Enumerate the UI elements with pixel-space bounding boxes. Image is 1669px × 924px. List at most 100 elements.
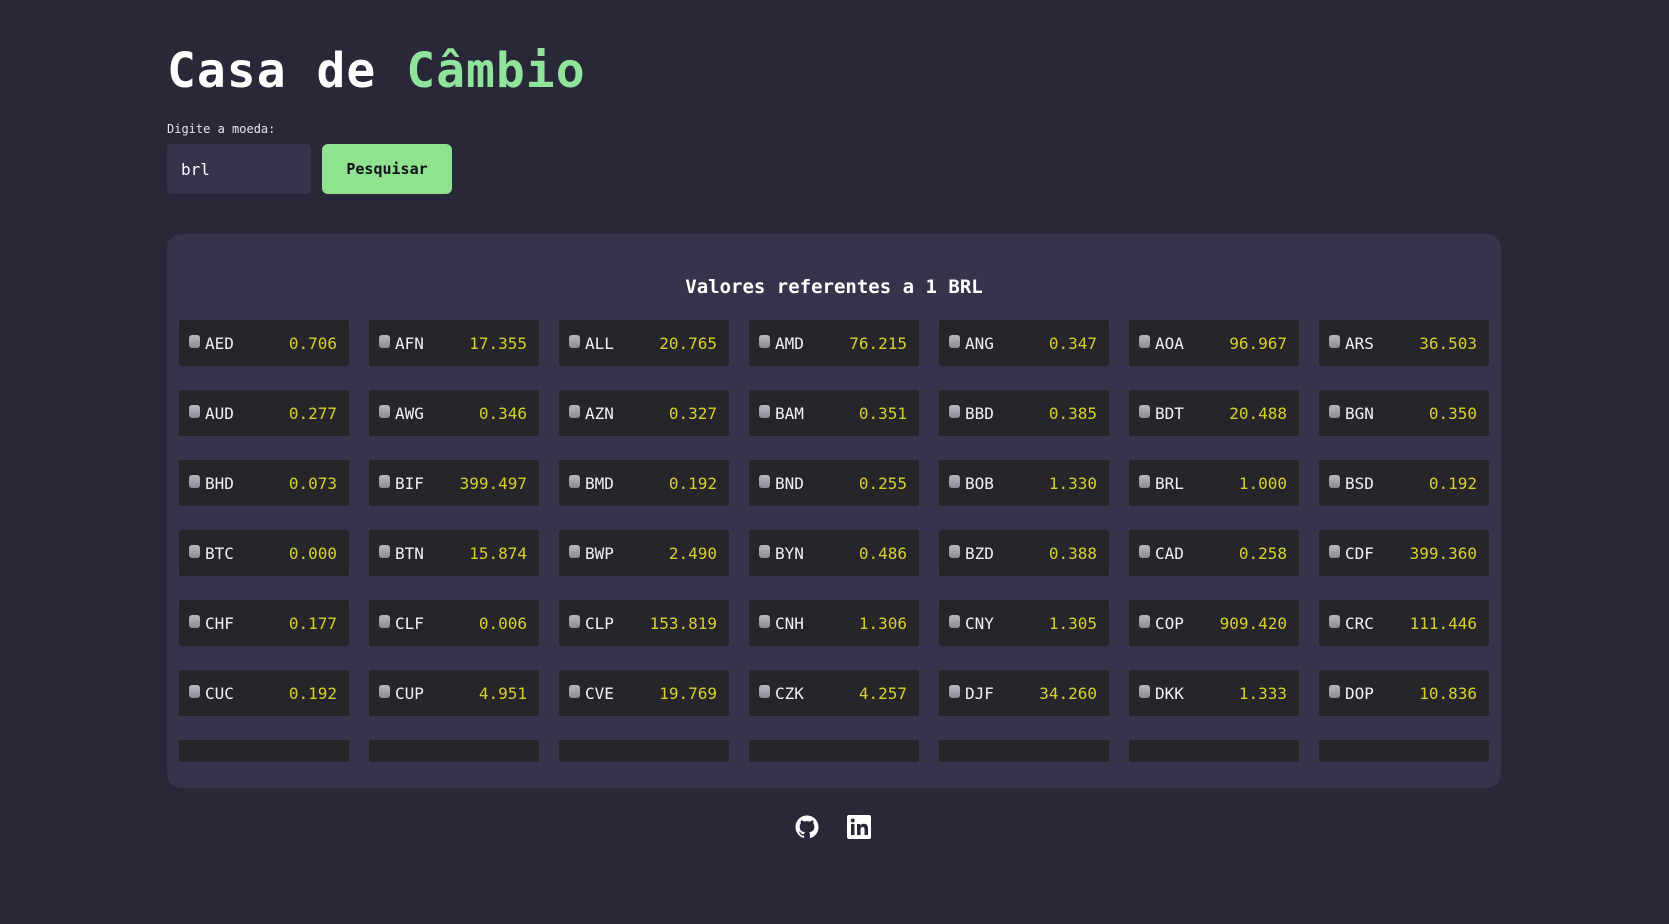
coin-icon [569,684,580,698]
rate-value: 153.819 [649,613,717,633]
rate-code: DKK [1155,683,1184,703]
coin-icon [949,684,960,698]
rate-code-wrap: COP [1139,614,1184,633]
rate-card: AUD 0.277 [179,390,349,436]
coin-icon [759,474,770,488]
rate-code: BMD [585,473,614,493]
coin-icon [949,614,960,628]
rate-code: COP [1155,613,1184,633]
search-button[interactable]: Pesquisar [322,144,452,194]
rate-code-wrap: AZN [569,404,614,423]
rate-value: 10.836 [1419,683,1477,703]
rate-value: 399.497 [459,473,527,493]
coin-icon [1139,544,1150,558]
rate-code-wrap: BTN [379,544,424,563]
coin-icon [1329,404,1340,418]
coin-icon [379,334,390,348]
title-part-1: Casa de [167,43,377,99]
coin-icon [189,474,200,488]
rate-code-wrap: BIF [379,474,424,493]
rate-code-wrap: CDF [1329,544,1374,563]
rate-value: 4.951 [478,683,527,703]
coin-icon [949,404,960,418]
rate-card: BOB 1.330 [939,460,1109,506]
rate-code-wrap: BGN [1329,404,1374,423]
coin-icon [379,684,390,698]
rate-card: BDT 20.488 [1129,390,1299,436]
rate-value: 1.333 [1238,683,1287,703]
currency-input[interactable] [167,144,311,194]
rate-card: CZK 4.257 [749,670,919,716]
coin-icon [379,544,390,558]
rate-value: 111.446 [1409,613,1477,633]
rate-value: 1.000 [1238,473,1287,493]
rate-code: BRL [1155,473,1184,493]
rate-card: BSD 0.192 [1319,460,1489,506]
rates-panel[interactable]: Valores referentes a 1 BRL AED 0.706 AFN 17… [167,234,1501,788]
rate-card: CNH 1.306 [749,600,919,646]
rate-card: CUC 0.192 [179,670,349,716]
coin-icon [759,544,770,558]
linkedin-icon[interactable] [847,815,871,839]
rate-card: CRC 111.446 [1319,600,1489,646]
rate-code-wrap: BOB [949,474,994,493]
rate-value: 399.360 [1409,543,1477,563]
rate-code: BWP [585,543,614,563]
rate-code-wrap: BWP [569,544,614,563]
coin-icon [189,614,200,628]
coin-icon [569,474,580,488]
rate-code: ALL [585,333,614,353]
coin-icon [569,544,580,558]
coin-icon [759,334,770,348]
rate-card: DJF 34.260 [939,670,1109,716]
rate-code-wrap: CVE [569,684,614,703]
rate-card: DKK 1.333 [1129,670,1299,716]
rate-code: BTN [395,543,424,563]
rate-value: 0.277 [288,403,337,423]
rate-code-wrap: CUC [189,684,234,703]
rate-code-wrap: CAD [1139,544,1184,563]
rate-value: 0.255 [858,473,907,493]
coin-icon [1329,334,1340,348]
rate-code: BZD [965,543,994,563]
rate-card-clipped [369,740,539,762]
rate-value: 1.305 [1048,613,1097,633]
coin-icon [1139,334,1150,348]
rate-code-wrap: CZK [759,684,804,703]
footer-links [795,815,871,839]
coin-icon [759,614,770,628]
rate-value: 20.765 [659,333,717,353]
rate-code: BHD [205,473,234,493]
rate-code-wrap: CUP [379,684,424,703]
rate-code-wrap: ARS [1329,334,1374,353]
rate-code-wrap: BYN [759,544,804,563]
rate-card: BTN 15.874 [369,530,539,576]
coin-icon [189,684,200,698]
rate-value: 17.355 [469,333,527,353]
rate-card: CUP 4.951 [369,670,539,716]
rate-card-clipped [749,740,919,762]
rate-code: DJF [965,683,994,703]
rate-card: BND 0.255 [749,460,919,506]
rate-card-clipped [179,740,349,762]
github-icon[interactable] [795,815,819,839]
coin-icon [379,614,390,628]
rate-card: CNY 1.305 [939,600,1109,646]
rate-card: AWG 0.346 [369,390,539,436]
rate-value: 0.706 [288,333,337,353]
rate-code: CAD [1155,543,1184,563]
rate-value: 0.006 [478,613,527,633]
rate-code: BTC [205,543,234,563]
coin-icon [1329,474,1340,488]
rate-value: 2.490 [668,543,717,563]
coin-icon [569,334,580,348]
coin-icon [1139,474,1150,488]
coin-icon [1139,684,1150,698]
rate-code: BOB [965,473,994,493]
rate-card: COP 909.420 [1129,600,1299,646]
rate-card: BMD 0.192 [559,460,729,506]
rate-code: BDT [1155,403,1184,423]
rate-card: AOA 96.967 [1129,320,1299,366]
rate-code-wrap: DJF [949,684,994,703]
rates-grid: AED 0.706 AFN 17.355 ALL 20.765 AMD 76.215 ANG 0.… [179,320,1491,762]
